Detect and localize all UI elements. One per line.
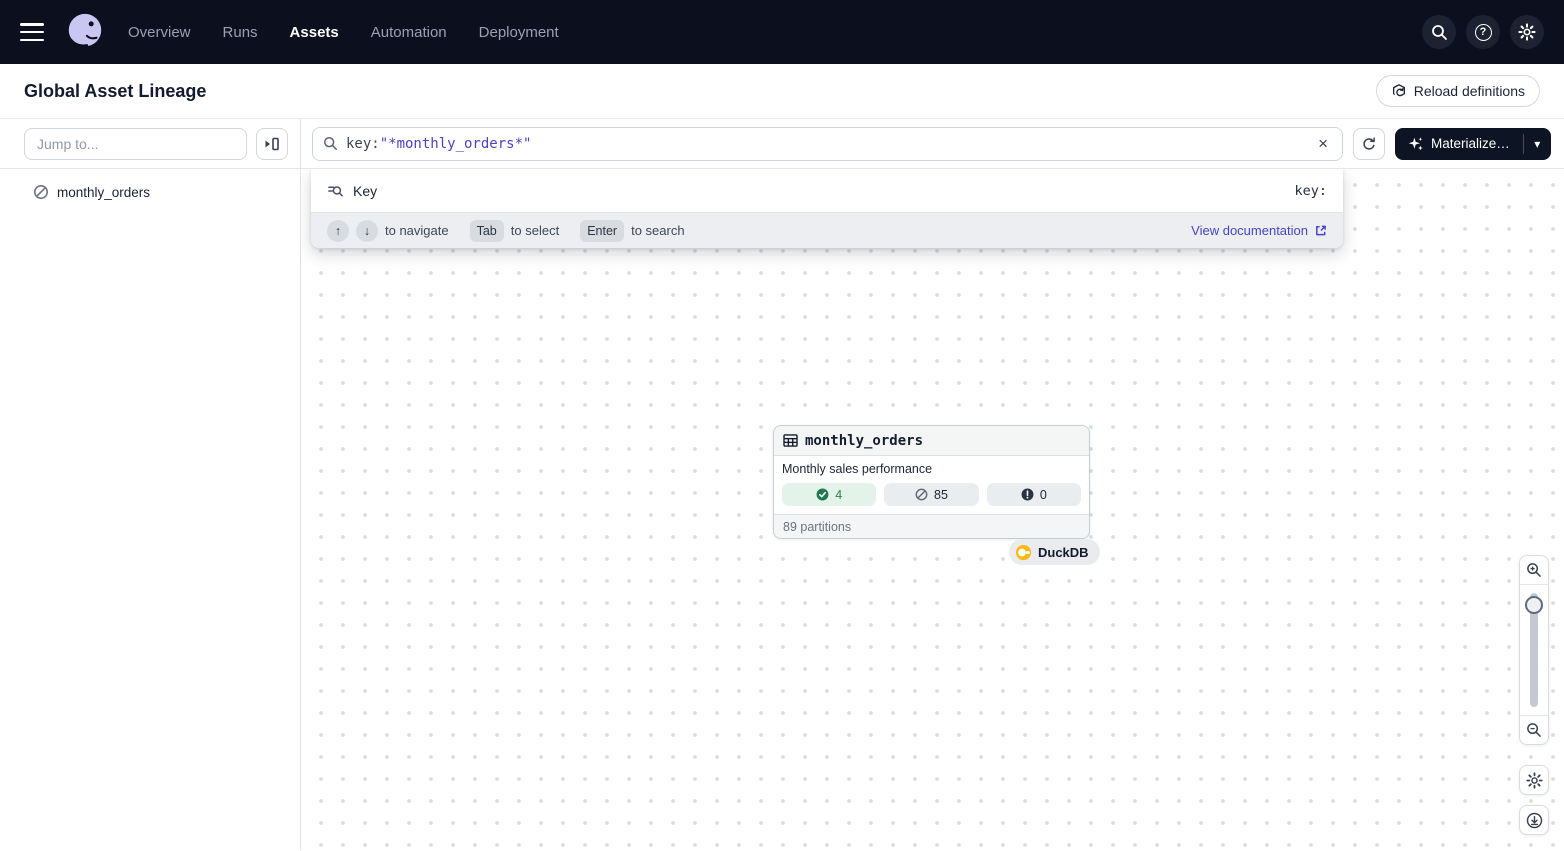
materialize-label: Materialize…: [1431, 136, 1510, 151]
lineage-canvas[interactable]: Key key: ↑ ↓ to navigate Tab to select E…: [301, 169, 1564, 850]
asset-sidebar: monthly_orders: [0, 119, 301, 850]
global-search-button[interactable]: [1422, 15, 1456, 49]
arrow-up-key: ↑: [327, 220, 349, 242]
sparkle-icon: [1408, 136, 1424, 152]
missing-count: 85: [934, 488, 948, 502]
lineage-graph-panel: key:"*monthly_orders*" × Materialize… ▾: [301, 119, 1564, 850]
primary-nav: Overview Runs Assets Automation Deployme…: [128, 24, 559, 41]
partition-status-pills: 4 85 0: [782, 483, 1081, 506]
refresh-graph-button[interactable]: [1353, 128, 1385, 160]
graph-settings-button[interactable]: [1519, 765, 1549, 795]
never-materialized-icon: [33, 184, 49, 200]
duckdb-storage-badge[interactable]: DuckDB: [1009, 539, 1100, 565]
asset-node-monthly-orders[interactable]: monthly_orders Monthly sales performance…: [773, 425, 1090, 539]
suggestion-label: Key: [353, 183, 377, 199]
table-icon: [783, 434, 798, 447]
enter-key: Enter: [580, 220, 624, 242]
materialize-split-button: Materialize… ▾: [1395, 128, 1551, 160]
top-nav-actions: ?: [1422, 15, 1544, 49]
page-header: Global Asset Lineage Reload definitions: [0, 64, 1564, 119]
view-documentation-link[interactable]: View documentation: [1191, 223, 1327, 238]
duckdb-label: DuckDB: [1038, 545, 1089, 560]
nav-item-deployment[interactable]: Deployment: [479, 24, 559, 41]
search-autocomplete-dropdown: Key key: ↑ ↓ to navigate Tab to select E…: [311, 169, 1343, 248]
materialize-dropdown-button[interactable]: ▾: [1524, 128, 1551, 160]
materialized-count: 4: [835, 488, 842, 502]
zoom-slider[interactable]: [1520, 585, 1548, 715]
missing-count-pill[interactable]: 85: [884, 483, 978, 506]
nav-item-automation[interactable]: Automation: [371, 24, 447, 41]
tab-key: Tab: [470, 220, 504, 242]
suggestion-syntax: key:: [1294, 183, 1327, 199]
materialize-button[interactable]: Materialize…: [1395, 128, 1523, 160]
navigate-hint: to navigate: [385, 223, 449, 238]
refresh-icon: [1361, 136, 1377, 152]
zoom-slider-handle[interactable]: [1525, 596, 1543, 614]
reload-code-location-icon: [1391, 83, 1407, 99]
duckdb-icon: [1015, 544, 1032, 561]
filter-search-icon: [327, 183, 344, 198]
nav-item-runs[interactable]: Runs: [223, 24, 258, 41]
hamburger-menu-icon[interactable]: [20, 23, 44, 41]
reload-definitions-label: Reload definitions: [1414, 83, 1525, 99]
asset-node-body: Monthly sales performance 4: [774, 456, 1089, 514]
asset-node-description: Monthly sales performance: [782, 462, 1081, 476]
search-icon: [323, 136, 338, 151]
nav-item-assets[interactable]: Assets: [290, 24, 339, 41]
help-button[interactable]: ?: [1466, 15, 1500, 49]
arrow-down-key: ↓: [356, 220, 378, 242]
select-hint: to select: [511, 223, 559, 238]
suggestion-row-key[interactable]: Key key:: [311, 169, 1343, 212]
dagster-logo[interactable]: [64, 11, 106, 53]
partitions-label: 89 partitions: [783, 520, 851, 534]
reload-definitions-button[interactable]: Reload definitions: [1376, 75, 1540, 107]
download-view-button[interactable]: [1519, 805, 1549, 835]
zoom-out-button[interactable]: [1520, 715, 1548, 744]
help-icon: ?: [1475, 24, 1492, 41]
collapse-panel-button[interactable]: [256, 128, 288, 160]
settings-button[interactable]: [1510, 15, 1544, 49]
zoom-in-icon: [1526, 562, 1542, 578]
nav-item-overview[interactable]: Overview: [128, 24, 191, 41]
sidebar-item-monthly-orders[interactable]: monthly_orders: [0, 179, 300, 205]
asset-node-header: monthly_orders: [774, 426, 1089, 456]
sidebar-toolbar: [0, 119, 300, 169]
search-icon: [1431, 24, 1448, 41]
external-link-icon: [1314, 224, 1327, 237]
materialized-count-pill[interactable]: 4: [782, 483, 876, 506]
graph-toolbar: key:"*monthly_orders*" × Materialize… ▾: [301, 119, 1564, 169]
asset-list: monthly_orders: [0, 169, 300, 215]
zoom-control-panel: [1519, 555, 1549, 745]
failed-count-pill[interactable]: 0: [987, 483, 1081, 506]
autocomplete-footer: ↑ ↓ to navigate Tab to select Enter to s…: [311, 212, 1343, 248]
asset-search-input[interactable]: key:"*monthly_orders*" ×: [312, 127, 1343, 161]
zoom-out-icon: [1526, 722, 1542, 738]
page-title: Global Asset Lineage: [24, 81, 206, 102]
circle-slash-icon: [915, 488, 928, 501]
check-circle-icon: [816, 488, 829, 501]
exclamation-circle-icon: [1021, 488, 1034, 501]
search-hint: to search: [631, 223, 684, 238]
asset-node-footer: 89 partitions: [774, 514, 1089, 538]
view-documentation-label: View documentation: [1191, 223, 1308, 238]
search-query-prefix: key:: [346, 136, 380, 152]
sidebar-item-label: monthly_orders: [57, 185, 150, 200]
jump-to-input[interactable]: [24, 128, 247, 160]
download-circle-icon: [1526, 812, 1543, 829]
search-query-value: "*monthly_orders*": [380, 136, 532, 152]
content-area: monthly_orders key:"*monthly_orders*" ×: [0, 119, 1564, 850]
asset-node-name: monthly_orders: [805, 433, 923, 449]
gear-icon: [1518, 23, 1536, 41]
collapse-panel-icon: [264, 137, 280, 151]
zoom-in-button[interactable]: [1520, 556, 1548, 585]
chevron-down-icon: ▾: [1534, 137, 1540, 151]
clear-search-button[interactable]: ×: [1314, 133, 1332, 154]
search-query-text: key:"*monthly_orders*": [346, 136, 531, 152]
failed-count: 0: [1040, 488, 1047, 502]
gear-icon: [1526, 772, 1543, 789]
top-nav-bar: Overview Runs Assets Automation Deployme…: [0, 0, 1564, 64]
